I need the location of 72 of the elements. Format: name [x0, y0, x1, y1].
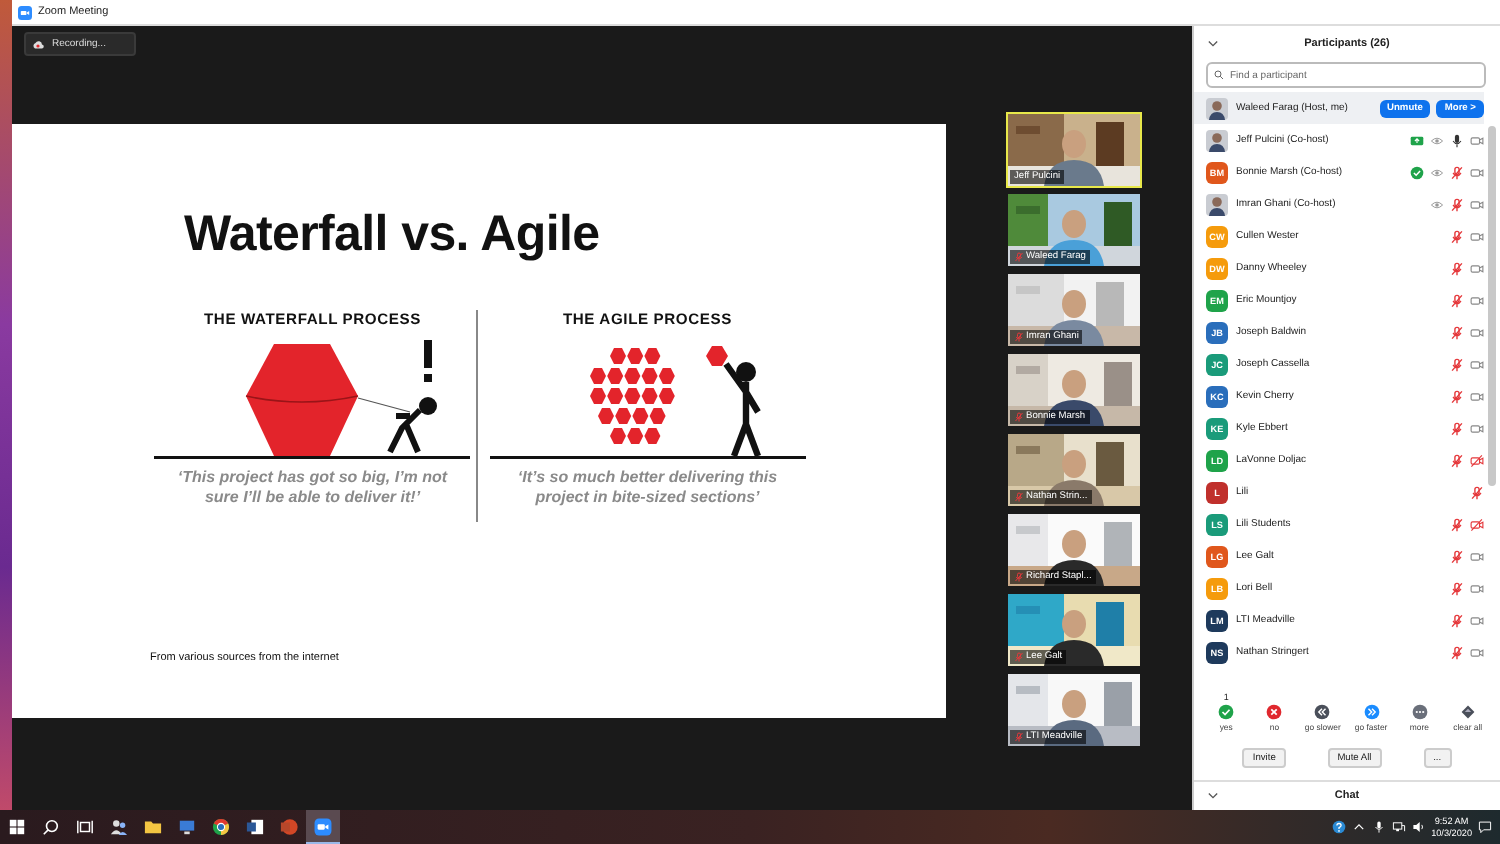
video-camera-icon: [314, 817, 332, 835]
muted-microphone-icon: [1450, 453, 1464, 467]
chevron-icon[interactable]: [1208, 40, 1218, 48]
video-camera-icon: [1470, 261, 1484, 275]
eye-icon: [1430, 197, 1444, 211]
monitor-icon: [178, 818, 196, 836]
help-icon[interactable]: [1331, 820, 1346, 834]
eye-icon: [1430, 133, 1444, 147]
video-off-icon: [1470, 453, 1484, 467]
eye-icon: [1430, 165, 1444, 179]
rewind-icon: [1314, 704, 1331, 720]
muted-microphone-icon: [1450, 325, 1464, 339]
chevron-icon[interactable]: [1208, 792, 1218, 800]
search-icon[interactable]: [42, 818, 60, 836]
windows-icon[interactable]: [8, 818, 26, 836]
video-camera-icon: [1470, 133, 1484, 147]
video-camera-icon: [18, 5, 32, 19]
eraser-icon: [1459, 704, 1476, 720]
muted-microphone-icon: [1450, 645, 1464, 659]
muted-microphone-icon: [1450, 389, 1464, 403]
document-icon: [246, 818, 264, 836]
video-camera-icon: [1470, 549, 1484, 563]
muted-microphone-icon: [1450, 357, 1464, 371]
browser-icon: [212, 818, 230, 836]
check-icon: [1218, 704, 1235, 720]
muted-microphone-icon: [1450, 517, 1464, 531]
search-icon: [1214, 70, 1224, 80]
taskbar-app[interactable]: [306, 810, 340, 844]
notification-icon[interactable]: [1478, 820, 1492, 834]
network-icon[interactable]: [1391, 820, 1406, 834]
folder-icon: [144, 818, 162, 836]
task-view-icon[interactable]: [76, 818, 94, 836]
microphone-icon[interactable]: [1371, 820, 1386, 834]
avatar-icon: [1206, 97, 1228, 119]
slide-title: Waterfall vs. Agile: [184, 206, 602, 264]
video-camera-icon: [1470, 197, 1484, 211]
screen-share-icon: [1410, 133, 1424, 147]
presentation-icon: [280, 818, 298, 836]
video-camera-icon: [1470, 645, 1484, 659]
cross-icon: [1266, 704, 1283, 720]
muted-microphone-icon: [1470, 485, 1484, 499]
video-camera-icon: [1470, 293, 1484, 307]
avatar-icon: [1206, 129, 1228, 151]
muted-microphone-icon: [1450, 581, 1464, 595]
muted-microphone-icon: [1450, 261, 1464, 275]
video-camera-icon: [1470, 421, 1484, 435]
cloud-icon: [32, 39, 44, 49]
video-off-icon: [1470, 517, 1484, 531]
check-icon: [1410, 165, 1424, 179]
more-icon: [1411, 704, 1428, 720]
video-camera-icon: [1470, 581, 1484, 595]
quote: ‘This project has got so big, I’m not sure I’ll be able to deliver it!’: [175, 468, 450, 510]
muted-microphone-icon: [1450, 421, 1464, 435]
fast-forward-icon: [1363, 704, 1380, 720]
muted-microphone-icon: [1450, 613, 1464, 627]
video-camera-icon: [1470, 389, 1484, 403]
microphone-icon: [1450, 133, 1464, 147]
muted-microphone-icon: [1450, 229, 1464, 243]
speaker-icon[interactable]: [1411, 820, 1426, 834]
muted-microphone-icon: [1450, 165, 1464, 179]
video-camera-icon: [1470, 357, 1484, 371]
video-camera-icon: [1470, 165, 1484, 179]
muted-microphone-icon: [1450, 293, 1464, 307]
video-camera-icon: [1470, 613, 1484, 627]
muted-microphone-icon: [1450, 197, 1464, 211]
quote: ‘It’s so much better delivering this project in bite-sized sections’: [515, 468, 780, 510]
video-camera-icon: [1470, 229, 1484, 243]
people-icon: [110, 818, 128, 836]
video-camera-icon: [1470, 325, 1484, 339]
avatar-icon: [1206, 193, 1228, 215]
caret-icon[interactable]: [1351, 820, 1366, 834]
muted-microphone-icon: [1450, 549, 1464, 563]
